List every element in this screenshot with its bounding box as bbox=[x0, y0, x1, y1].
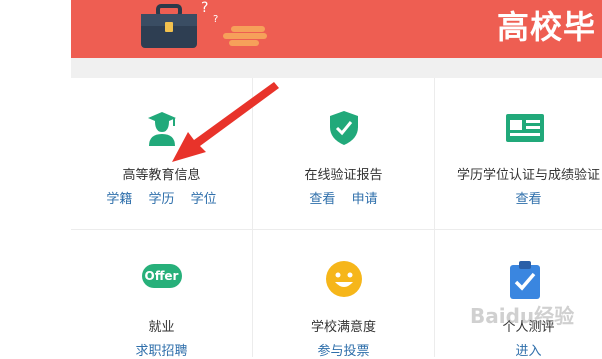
service-links: 参与投票 bbox=[253, 340, 434, 359]
link-apply[interactable]: 申请 bbox=[352, 192, 378, 207]
graduate-icon bbox=[147, 112, 176, 146]
service-card-employment[interactable]: Offer 就业 求职招聘 bbox=[71, 230, 253, 359]
clipboard-check-icon bbox=[510, 261, 540, 299]
smiley-icon bbox=[325, 261, 362, 297]
separator-band bbox=[71, 58, 602, 78]
service-title: 在线验证报告 bbox=[304, 168, 383, 183]
header-banner: ? ? 高校毕 bbox=[71, 0, 602, 58]
service-links: 学籍 学历 学位 bbox=[71, 188, 252, 207]
service-links: 求职招聘 bbox=[71, 340, 252, 359]
link-student-status[interactable]: 学籍 bbox=[106, 192, 132, 207]
service-card-online-verification[interactable]: 在线验证报告 查看 申请 bbox=[253, 78, 435, 230]
briefcase-icon bbox=[141, 4, 197, 48]
service-card-personal-assessment[interactable]: 个人测评 进入 bbox=[435, 230, 602, 359]
offer-icon: Offer bbox=[141, 264, 182, 288]
service-title: 就业 bbox=[148, 320, 175, 335]
cloud-decoration bbox=[223, 26, 267, 46]
service-title: 高等教育信息 bbox=[122, 168, 201, 183]
service-links: 查看 bbox=[455, 188, 602, 207]
service-card-certification[interactable]: 学历学位认证与成绩验证 查看 bbox=[435, 78, 602, 230]
service-title: 学历学位认证与成绩验证 bbox=[456, 168, 600, 183]
link-degree[interactable]: 学位 bbox=[191, 192, 217, 207]
service-links: 进入 bbox=[455, 340, 602, 359]
id-card-icon bbox=[506, 114, 544, 142]
link-degree-record[interactable]: 学历 bbox=[148, 192, 174, 207]
service-card-satisfaction[interactable]: 学校满意度 参与投票 bbox=[253, 230, 435, 359]
link-view[interactable]: 查看 bbox=[515, 192, 541, 207]
service-title: 学校满意度 bbox=[310, 320, 376, 335]
banner-title: 高校毕 bbox=[497, 8, 597, 46]
question-mark-decoration-small: ? bbox=[213, 14, 219, 25]
shield-check-icon bbox=[329, 111, 358, 145]
question-mark-decoration: ? bbox=[201, 0, 209, 16]
service-links: 查看 申请 bbox=[253, 188, 434, 207]
link-view[interactable]: 查看 bbox=[309, 192, 335, 207]
watermark: Baidu经验 bbox=[470, 304, 575, 328]
service-card-higher-education[interactable]: 高等教育信息 学籍 学历 学位 bbox=[71, 78, 253, 230]
